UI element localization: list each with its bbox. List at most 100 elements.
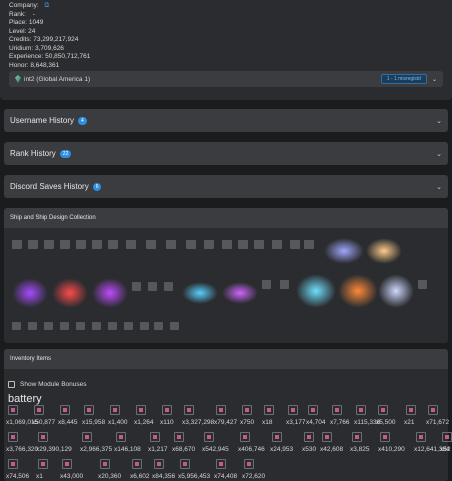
ship-design-thumbnail[interactable] [324,238,364,264]
ship-thumbnail[interactable] [12,240,22,249]
rank-history-toggle[interactable]: Rank History 22 ⌄ [4,142,448,165]
item-count: x3,766,320 [6,446,39,453]
ship-thumbnail[interactable] [132,282,141,291]
external-link-icon[interactable]: ⧉ [44,2,49,9]
chevron-down-icon[interactable]: ⌄ [432,76,437,83]
item-count: x20,360 [98,473,122,480]
item-icon [308,405,318,415]
item-icon [204,432,214,442]
rank-history-label: Rank History [10,149,56,158]
item-icon [416,432,426,442]
ship-image [60,240,70,249]
ship-thumbnail[interactable] [108,240,118,249]
ship-thumbnail[interactable] [76,240,86,249]
ship-thumbnail[interactable] [146,240,156,249]
ship-design-thumbnail[interactable] [222,282,258,304]
ship-thumbnail[interactable] [124,322,133,330]
company-label: Company: [9,2,39,9]
item-icon [110,405,120,415]
ship-thumbnail[interactable] [92,240,102,249]
ship-thumbnail[interactable] [126,240,136,249]
ship-thumbnail[interactable] [186,240,196,249]
ship-thumbnail[interactable] [262,280,271,289]
ship-thumbnail[interactable] [44,322,53,330]
chevron-down-icon[interactable]: ⌄ [436,150,442,158]
ship-thumbnail[interactable] [76,322,85,330]
item-icon [132,459,142,469]
ship-thumbnail[interactable] [44,240,54,249]
ship-design-image [182,282,218,304]
chevron-down-icon[interactable]: ⌄ [436,183,442,191]
ship-image [108,322,117,330]
ship-thumbnail[interactable] [60,322,69,330]
username-history-toggle[interactable]: Username History 4 ⌄ [4,109,448,132]
ship-thumbnail[interactable] [304,240,314,249]
chevron-down-icon[interactable]: ⌄ [436,117,442,125]
ship-thumbnail[interactable] [12,322,21,330]
ship-design-thumbnail[interactable] [182,282,218,304]
ship-thumbnail[interactable] [28,240,38,249]
ship-thumbnail[interactable] [272,240,282,249]
item-icon [322,432,332,442]
ship-collection-title: Ship and Ship Design Collection [4,208,448,228]
ship-thumbnail[interactable] [238,240,248,249]
item-icon [442,432,452,442]
item-count: x1,400 [108,419,128,426]
ship-thumbnail[interactable] [254,240,264,249]
item-count: x68,670 [172,446,196,453]
ship-thumbnail[interactable] [204,240,214,249]
ship-thumbnail[interactable] [108,322,117,330]
ship-image [44,240,54,249]
ship-thumbnail[interactable] [222,240,232,249]
item-count: x15,958 [82,419,106,426]
server-badge[interactable]: 1 - 1 misregistd [380,74,427,84]
discord-saves-history-label: Discord Saves History [10,182,89,191]
item-count: x542,945 [202,446,229,453]
item-icon [150,432,160,442]
show-module-bonuses-checkbox[interactable] [8,381,15,388]
show-module-bonuses-label: Show Module Bonuses [20,381,87,388]
ship-design-thumbnail[interactable] [12,278,48,308]
item-count: x1 [36,473,43,480]
ship-design-image [378,274,414,308]
ship-design-thumbnail[interactable] [338,274,378,308]
ship-design-thumbnail[interactable] [52,278,88,308]
ship-thumbnail[interactable] [170,322,179,330]
ship-design-thumbnail[interactable] [92,278,128,308]
item-icon [304,432,314,442]
ship-thumbnail[interactable] [418,280,427,289]
item-count: x3,825 [350,446,370,453]
item-icon [356,405,366,415]
ship-thumbnail[interactable] [92,322,101,330]
place-value: Place: 1049 [9,19,44,26]
item-count: x3,177 [286,419,306,426]
ship-thumbnail[interactable] [148,282,157,291]
discord-saves-history-count: 6 [92,182,102,191]
ship-thumbnail[interactable] [140,322,149,330]
ship-image [148,282,157,291]
ship-thumbnail[interactable] [166,240,176,249]
ship-image [108,240,118,249]
ship-thumbnail[interactable] [164,282,173,291]
ship-thumbnail[interactable] [280,280,289,289]
ship-image [76,240,86,249]
ship-thumbnail[interactable] [290,240,300,249]
ship-design-thumbnail[interactable] [378,274,414,308]
experience-value: Experience: 50,850,712,761 [9,53,91,60]
item-icon [34,405,44,415]
ship-design-thumbnail[interactable] [296,274,336,308]
ship-design-thumbnail[interactable] [366,238,402,264]
item-icon [332,405,342,415]
ship-thumbnail[interactable] [60,240,70,249]
ship-design-image [296,274,336,308]
item-icon [428,405,438,415]
discord-saves-history-toggle[interactable]: Discord Saves History 6 ⌄ [4,175,448,198]
ship-thumbnail[interactable] [154,322,163,330]
item-icon [136,405,146,415]
item-count: x43,000 [60,473,84,480]
ship-image [28,322,37,330]
ship-thumbnail[interactable] [28,322,37,330]
ship-image [186,240,196,249]
server-selector[interactable]: int2 (Global America 1) 1 - 1 misregistd… [9,71,443,87]
ship-image [12,322,21,330]
